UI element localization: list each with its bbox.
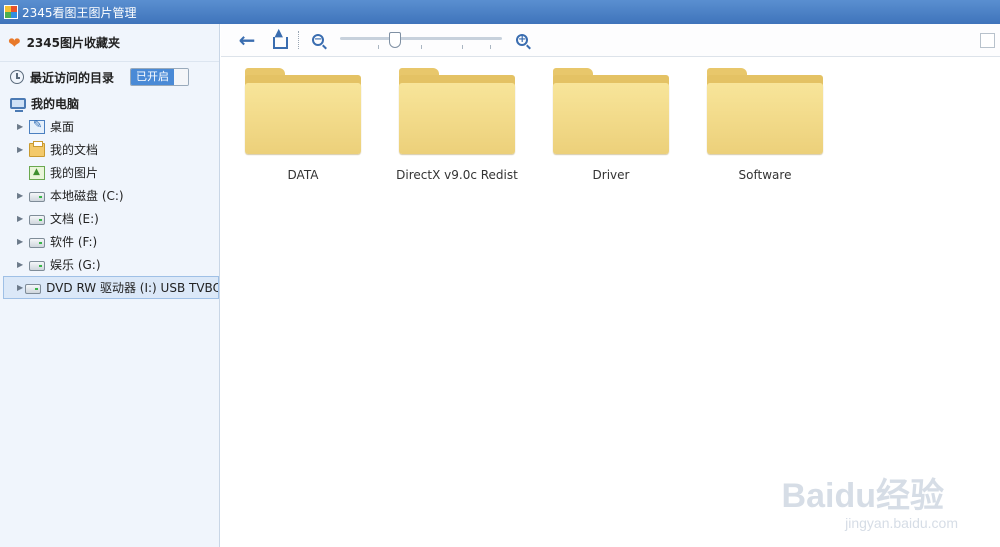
expand-arrow-icon[interactable]: ▶ — [17, 191, 27, 200]
pictures-icon — [29, 165, 45, 180]
folder-item[interactable]: Software — [695, 68, 835, 183]
zoom-in-button[interactable]: + — [514, 30, 530, 50]
zoom-in-icon: + — [516, 34, 528, 46]
drive-icon — [25, 284, 42, 294]
zoom-slider-tick — [490, 45, 491, 49]
drive-icon — [29, 238, 45, 248]
window-title: 2345看图王图片管理 — [22, 5, 137, 20]
tree-item-label: 我的图片 — [50, 166, 99, 180]
favorites-header[interactable]: ❤ 2345图片收藏夹 — [0, 24, 219, 62]
folder-item[interactable]: DirectX v9.0c Redist — [387, 68, 527, 183]
drive-icon — [29, 192, 45, 202]
zoom-slider-tick — [421, 45, 422, 49]
recent-toggle-label: 已开启 — [131, 69, 175, 85]
folder-grid: DATA DirectX v9.0c Redist Driver Softwar… — [221, 58, 1000, 547]
folder-label: DirectX v9.0c Redist — [396, 168, 518, 182]
tree-item-drive-e[interactable]: ▶ 文档 (E:) — [0, 207, 219, 230]
drive-icon — [29, 215, 45, 225]
tree-item-drive-g[interactable]: ▶ 娱乐 (G:) — [0, 253, 219, 276]
zoom-slider[interactable] — [340, 32, 502, 50]
zoom-slider-track — [340, 37, 502, 40]
folder-label: DATA — [287, 168, 319, 182]
zoom-slider-tick — [378, 45, 379, 49]
tree-item-dvd-drive[interactable]: ▶ DVD RW 驱动器 (I:) USB TVBOX — [3, 276, 219, 299]
upload-up-icon — [272, 26, 288, 49]
recent-toggle[interactable]: 已开启 — [130, 68, 190, 86]
recent-directories-label: 最近访问的目录 — [30, 70, 115, 85]
expand-arrow-icon[interactable]: ▶ — [17, 145, 27, 154]
tree-item-drive-c[interactable]: ▶ 本地磁盘 (C:) — [0, 184, 219, 207]
up-level-button[interactable] — [271, 26, 289, 50]
back-arrow-icon: ← — [238, 28, 256, 52]
toolbar: ← − + — [221, 24, 1000, 57]
back-button[interactable]: ← — [237, 30, 257, 50]
expand-arrow-icon[interactable]: ▶ — [17, 237, 27, 246]
tree-item-desktop[interactable]: ▶ 桌面 — [0, 115, 219, 138]
zoom-out-icon: − — [312, 34, 324, 46]
recent-toggle-knob — [174, 69, 189, 85]
expand-arrow-icon[interactable]: ▶ — [17, 214, 27, 223]
tree-item-label: 软件 (F:) — [50, 235, 98, 249]
folder-item[interactable]: Driver — [541, 68, 681, 183]
computer-icon — [10, 98, 26, 112]
folder-icon — [553, 68, 669, 154]
tree-item-label: 桌面 — [50, 120, 75, 134]
tree-item-label: 文档 (E:) — [50, 212, 99, 226]
zoom-slider-thumb[interactable] — [389, 32, 402, 48]
expand-arrow-icon[interactable]: ▶ — [17, 283, 23, 292]
app-logo-icon — [4, 5, 18, 19]
zoom-out-button[interactable]: − — [310, 30, 326, 50]
folder-icon — [707, 68, 823, 154]
favorites-label: 2345图片收藏夹 — [26, 36, 120, 50]
folder-icon — [245, 68, 361, 154]
tree-item-label: 本地磁盘 (C:) — [50, 189, 124, 203]
tree-item-documents[interactable]: ▶ 我的文档 — [0, 138, 219, 161]
tree-item-drive-f[interactable]: ▶ 软件 (F:) — [0, 230, 219, 253]
tree-item-pictures[interactable]: ▶ 我的图片 — [0, 161, 219, 184]
desktop-icon — [29, 118, 45, 134]
folder-label: Driver — [592, 168, 630, 182]
tree-item-label: 娱乐 (G:) — [50, 258, 101, 272]
tree-item-my-computer[interactable]: 我的电脑 — [0, 92, 219, 115]
recent-directories-row[interactable]: 最近访问的目录 已开启 — [0, 62, 219, 92]
baidu-watermark-url: jingyan.baidu.com — [845, 515, 958, 531]
baidu-watermark: Baidu经验 — [781, 477, 944, 515]
title-bar: 2345看图王图片管理 — [0, 0, 1000, 24]
view-mode-checkbox[interactable] — [980, 33, 995, 48]
documents-folder-icon — [29, 140, 45, 157]
folder-icon — [399, 68, 515, 154]
heart-icon: ❤ — [8, 33, 21, 52]
drive-icon — [29, 261, 45, 271]
tree-item-label: DVD RW 驱动器 (I:) USB TVBOX — [46, 281, 219, 295]
sidebar: ❤ 2345图片收藏夹 最近访问的目录 已开启 我的电脑 ▶ 桌面 ▶ 我的文档… — [0, 24, 220, 547]
clock-icon — [10, 70, 24, 84]
tree-item-label: 我的文档 — [50, 143, 99, 157]
folder-item[interactable]: DATA — [233, 68, 373, 183]
expand-arrow-icon[interactable]: ▶ — [17, 260, 27, 269]
zoom-slider-tick — [462, 45, 463, 49]
toolbar-divider — [298, 31, 299, 49]
folder-label: Software — [738, 168, 792, 182]
expand-arrow-icon[interactable]: ▶ — [17, 122, 27, 131]
tree-item-label: 我的电脑 — [31, 97, 80, 111]
